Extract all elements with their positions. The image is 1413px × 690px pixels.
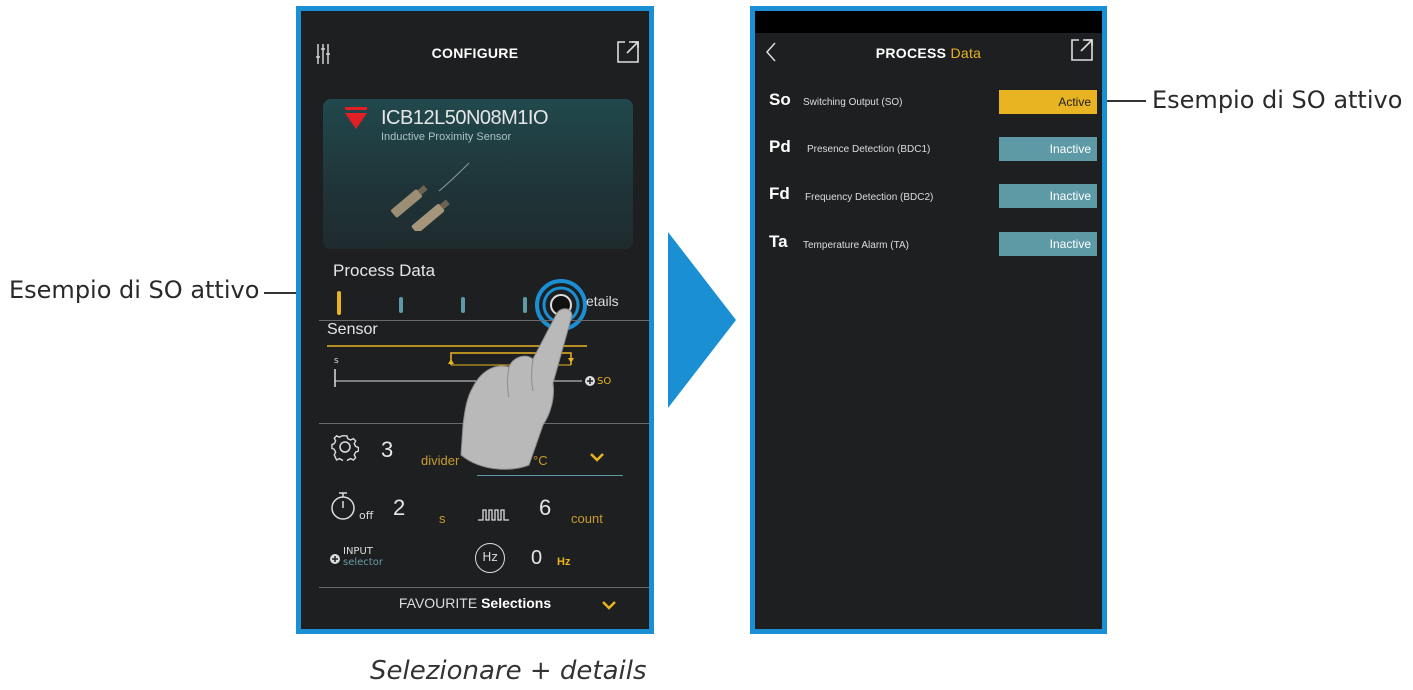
- chevron-down-icon[interactable]: [601, 599, 617, 611]
- favourite-bold: Selections: [481, 595, 552, 611]
- sensor-image: [391, 162, 470, 231]
- title-light: Data: [950, 45, 982, 61]
- stopwatch-icon[interactable]: [329, 491, 357, 521]
- temperature-underline: [477, 475, 623, 476]
- brand-logo-icon: [345, 113, 367, 129]
- export-icon[interactable]: [617, 41, 639, 63]
- plus-circle-icon[interactable]: [329, 553, 341, 565]
- s-marker: s: [334, 356, 339, 366]
- divider-value[interactable]: 3: [381, 437, 393, 463]
- sensor-section-label: Sensor: [327, 321, 378, 338]
- divider-line: [319, 587, 649, 588]
- sensor-description: Inductive Proximity Sensor: [381, 131, 512, 143]
- input-sub-label: selector: [343, 557, 383, 568]
- process-data-label: Process Data: [333, 261, 436, 280]
- phone-process-data-screen: PROCESS Data So Switching Output (SO) Ac…: [750, 6, 1107, 634]
- page-title: PROCESS Data: [755, 45, 1102, 61]
- gear-icon[interactable]: [331, 433, 359, 461]
- hz-unit: Hz: [557, 556, 571, 568]
- touch-hand-icon: [460, 308, 573, 470]
- row-description: Frequency Detection (BDC2): [805, 192, 934, 203]
- status-badge[interactable]: Inactive: [999, 137, 1097, 161]
- row-code: Ta: [769, 232, 788, 251]
- details-button[interactable]: etails: [586, 293, 619, 309]
- row-code: Fd: [769, 184, 790, 203]
- sensor-card[interactable]: ICB12L50N08M1IO Inductive Proximity Sens…: [323, 99, 633, 249]
- time-unit: s: [439, 511, 446, 526]
- so-tag: SO: [597, 376, 612, 387]
- pd-indicator-pd[interactable]: [399, 297, 403, 313]
- count-label: count: [571, 511, 603, 526]
- status-badge[interactable]: Active: [999, 90, 1097, 114]
- status-badge[interactable]: Inactive: [999, 184, 1097, 208]
- brand-logo-bar: [345, 107, 367, 110]
- off-label: off: [359, 509, 374, 522]
- hz-value[interactable]: 0: [531, 547, 542, 570]
- count-value[interactable]: 6: [539, 495, 551, 521]
- caption: Selezionare + details: [370, 656, 647, 686]
- annotation-left: Esempio di SO attivo: [9, 276, 260, 304]
- favourite-prefix: FAVOURITE: [398, 595, 478, 611]
- export-icon[interactable]: [1071, 39, 1093, 61]
- row-description: Switching Output (SO): [803, 97, 903, 108]
- hz-icon: Hz: [475, 543, 505, 573]
- chevron-down-icon[interactable]: [589, 451, 605, 463]
- status-bar: [755, 11, 1102, 33]
- status-badge[interactable]: Inactive: [999, 232, 1097, 256]
- annotation-right: Esempio di SO attivo: [1152, 86, 1403, 114]
- row-description: Presence Detection (BDC1): [807, 144, 931, 155]
- row-code: Pd: [769, 137, 791, 156]
- input-selector[interactable]: INPUT selector: [343, 546, 383, 568]
- phone-configure-screen: CONFIGURE ICB12L50N08M1IO Inductive Prox…: [296, 6, 654, 634]
- pulse-icon: [478, 509, 509, 521]
- transition-arrow-icon: [668, 232, 736, 408]
- annotation-right-line: [1104, 100, 1146, 102]
- input-label: INPUT: [343, 546, 373, 557]
- time-value[interactable]: 2: [393, 495, 405, 521]
- pd-indicator-so[interactable]: [337, 291, 341, 315]
- row-description: Temperature Alarm (TA): [803, 240, 909, 251]
- page-title: CONFIGURE: [431, 45, 519, 61]
- title-bold: PROCESS: [875, 45, 947, 61]
- favourite-selections[interactable]: FAVOURITE Selections: [301, 595, 649, 611]
- sensor-code: ICB12L50N08M1IO: [381, 107, 549, 129]
- row-code: So: [769, 90, 791, 109]
